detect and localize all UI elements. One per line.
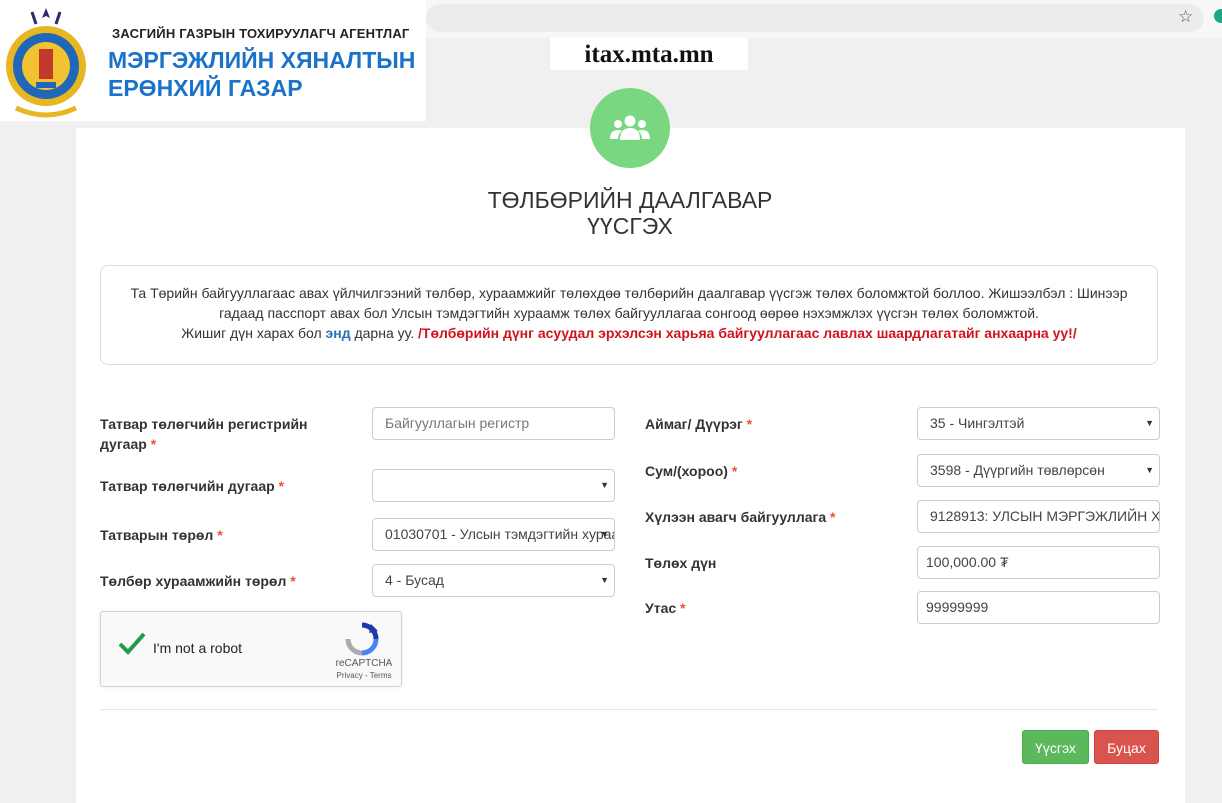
sum-select[interactable]: 3598 - Дүүргийн төвлөрсөн ▼	[917, 454, 1160, 487]
required-mark: *	[217, 527, 223, 543]
sum-value: 3598 - Дүүргийн төвлөрсөн	[930, 462, 1105, 478]
required-mark: *	[830, 509, 836, 525]
org-input[interactable]: 9128913: УЛСЫН МЭРГЭЖЛИЙН ХЯНАЛТЫН	[917, 500, 1160, 533]
amount-label: Төлөх дүн	[645, 555, 717, 571]
chevron-down-icon: ▼	[600, 480, 609, 490]
agency-parent-name: ЗАСГИЙН ГАЗРЫН ТОХИРУУЛАГЧ АГЕНТЛАГ	[112, 26, 410, 41]
aimag-select[interactable]: 35 - Чингэлтэй ▼	[917, 407, 1160, 440]
tax-type-label-text: Татварын төрөл	[100, 527, 214, 543]
reg-input[interactable]: Байгууллагын регистр	[372, 407, 615, 440]
info-text-sample: Жишиг дүн харах бол	[181, 325, 322, 341]
reg-label: Татвар төлөгчийн регистрийн дугаар *	[100, 414, 350, 454]
fee-type-label-text: Төлбөр хураамжийн төрөл	[100, 573, 287, 589]
recaptcha-brand: reCAPTCHA	[335, 658, 393, 669]
sum-label-text: Сум/(хороо)	[645, 463, 728, 479]
aimag-value: 35 - Чингэлтэй	[930, 415, 1025, 431]
tax-type-select[interactable]: 01030701 - Улсын тэмдэгтийн хураамж ▼	[372, 518, 615, 551]
recaptcha-label: I'm not a robot	[153, 640, 243, 656]
emblem-icon	[6, 8, 86, 118]
aimag-label: Аймаг/ Дүүрэг *	[645, 414, 752, 434]
tax-type-label: Татварын төрөл *	[100, 525, 223, 545]
chevron-down-icon: ▼	[1145, 418, 1154, 428]
info-warning: /Төлбөрийн дүнг асуудал эрхэлсэн харьяа …	[418, 325, 1077, 341]
chevron-down-icon: ▼	[1145, 465, 1154, 475]
taxpayer-no-select[interactable]: ▼	[372, 469, 615, 502]
sum-label: Сум/(хороо) *	[645, 461, 737, 481]
chevron-down-icon: ▼	[600, 575, 609, 585]
org-label-text: Хүлээн авагч байгууллага	[645, 509, 827, 525]
amount-input[interactable]: 100,000.00 ₮	[917, 546, 1160, 579]
chevron-down-icon: ▼	[600, 529, 609, 539]
taxpayer-no-label-text: Татвар төлөгчийн дугаар	[100, 478, 275, 494]
fee-type-label: Төлбөр хураамжийн төрөл *	[100, 571, 296, 591]
page-title-line2: ҮҮСГЭХ	[587, 213, 673, 239]
taxpayer-no-label: Татвар төлөгчийн дугаар *	[100, 476, 284, 496]
extension-icon[interactable]	[1214, 9, 1222, 23]
required-mark: *	[680, 600, 686, 616]
create-button[interactable]: Үүсгэх	[1022, 730, 1089, 764]
phone-input[interactable]: 99999999	[917, 591, 1160, 624]
users-icon-circle	[590, 88, 670, 168]
page-title: ТӨЛБӨРИЙН ДААЛГАВАР ҮҮСГЭХ	[330, 187, 930, 239]
info-box: Та Төрийн байгууллагаас авах үйлчилгээни…	[100, 265, 1158, 365]
recaptcha-logo-icon	[345, 622, 379, 656]
required-mark: *	[731, 463, 738, 479]
divider	[100, 709, 1158, 710]
required-mark: *	[290, 573, 296, 589]
required-mark: *	[746, 416, 753, 432]
users-icon	[610, 115, 650, 140]
star-icon[interactable]: ☆	[1178, 7, 1193, 27]
address-bar[interactable]	[426, 4, 1204, 32]
aimag-label-text: Аймаг/ Дүүрэг	[645, 416, 743, 432]
required-mark: *	[278, 478, 285, 494]
back-button[interactable]: Буцах	[1094, 730, 1159, 764]
info-text-sample-end: дарна уу.	[354, 325, 415, 341]
agency-name: МЭРГЭЖЛИЙН ХЯНАЛТЫН ЕРӨНХИЙ ГАЗАР	[108, 46, 415, 102]
agency-banner: ЗАСГИЙН ГАЗРЫН ТОХИРУУЛАГЧ АГЕНТЛАГ МЭРГ…	[0, 0, 426, 121]
agency-name-line2: ЕРӨНХИЙ ГАЗАР	[108, 75, 303, 101]
fee-type-select[interactable]: 4 - Бусад ▼	[372, 564, 615, 597]
phone-label-text: Утас	[645, 600, 677, 616]
recaptcha-links[interactable]: Privacy - Terms	[333, 671, 395, 680]
org-label: Хүлээн авагч байгууллага *	[645, 507, 835, 527]
recaptcha-widget[interactable]: I'm not a robot reCAPTCHA Privacy - Term…	[100, 611, 402, 687]
reg-label-text: Татвар төлөгчийн регистрийн дугаар	[100, 416, 308, 452]
tax-type-value: 01030701 - Улсын тэмдэгтийн хураамж	[385, 526, 615, 542]
required-mark: *	[150, 436, 157, 452]
site-label: itax.mta.mn	[550, 38, 748, 70]
info-text: Та Төрийн байгууллагаас авах үйлчилгээни…	[130, 285, 1128, 321]
check-icon	[118, 632, 146, 655]
phone-label: Утас *	[645, 598, 685, 618]
sample-link[interactable]: энд	[326, 325, 351, 341]
page-title-line1: ТӨЛБӨРИЙН ДААЛГАВАР	[487, 187, 773, 213]
fee-type-value: 4 - Бусад	[385, 572, 444, 588]
agency-name-line1: МЭРГЭЖЛИЙН ХЯНАЛТЫН	[108, 47, 416, 73]
